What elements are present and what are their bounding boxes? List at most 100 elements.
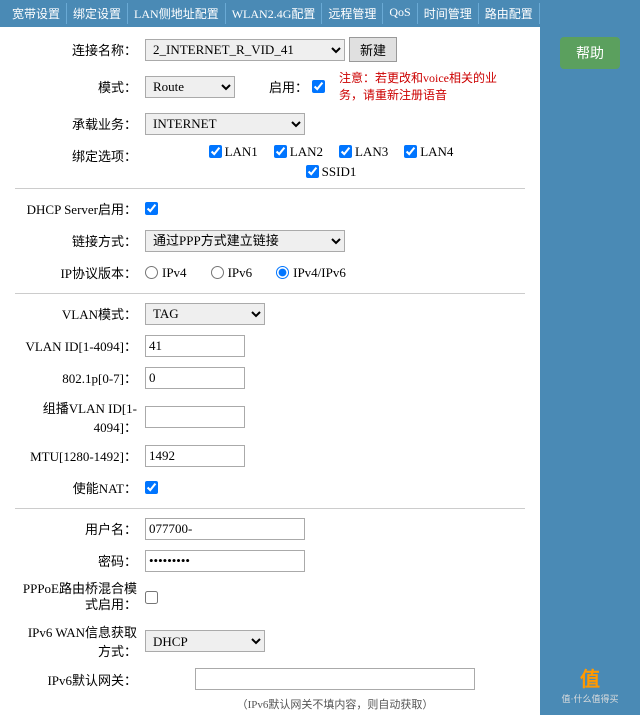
service-label: 承载业务：	[15, 114, 145, 133]
mode-select[interactable]: Route	[145, 76, 235, 98]
ipv6-gateway-value: （IPv6默认网关不填内容，则自动获取）	[145, 668, 525, 712]
username-value	[145, 518, 525, 540]
ipv6-gateway-input[interactable]	[195, 668, 475, 690]
notice-text: 注意：若更改和voice相关的业务，请重新注册语音	[339, 70, 519, 104]
pppoe-bridge-checkbox[interactable]	[145, 591, 158, 604]
ipv4-radio[interactable]	[145, 266, 158, 279]
dhcp-label: DHCP Server启用：	[15, 199, 145, 218]
divider1	[15, 188, 525, 189]
bind-options-row: 绑定选项： LAN1 LAN2 LAN3	[15, 144, 525, 180]
ipv6-wan-value: DHCP	[145, 630, 525, 652]
password-row: 密码：	[15, 549, 525, 573]
ipv4-label[interactable]: IPv4	[145, 265, 187, 281]
connection-name-label: 连接名称：	[15, 40, 145, 59]
bind-lan4-label[interactable]: LAN4	[404, 144, 453, 160]
mtu-label: MTU[1280-1492]：	[15, 446, 145, 465]
group-vlan-input[interactable]	[145, 406, 245, 428]
bind-lan1-checkbox[interactable]	[209, 145, 222, 158]
service-select[interactable]: INTERNET	[145, 113, 305, 135]
password-value	[145, 550, 525, 572]
service-value: INTERNET	[145, 113, 525, 135]
nat-checkbox[interactable]	[145, 481, 158, 494]
link-type-row: 链接方式： 通过PPP方式建立链接	[15, 229, 525, 253]
vlan-mode-row: VLAN模式： TAG	[15, 302, 525, 326]
username-input[interactable]	[145, 518, 305, 540]
bind-lan3-label[interactable]: LAN3	[339, 144, 388, 160]
mode-value: Route 启用： 注意：若更改和voice相关的业务，请重新注册语音	[145, 70, 525, 104]
help-button[interactable]: 帮助	[560, 37, 620, 69]
username-label: 用户名：	[15, 519, 145, 538]
service-row: 承载业务： INTERNET	[15, 112, 525, 136]
divider3	[15, 508, 525, 509]
nav-item-WLAN2.4G配置[interactable]: WLAN2.4G配置	[226, 3, 323, 24]
watermark-text: 值·什么值得买	[562, 692, 619, 705]
nav-item-远程管理[interactable]: 远程管理	[322, 3, 383, 24]
bind-lan3-checkbox[interactable]	[339, 145, 352, 158]
ipv6-wan-row: IPv6 WAN信息获取方式： DHCP	[15, 622, 525, 660]
ipv6-label[interactable]: IPv6	[211, 265, 253, 281]
nat-label: 使能NAT：	[15, 478, 145, 497]
vlan-8021p-label: 802.1p[0-7]：	[15, 368, 145, 387]
ipv6-gateway-row: IPv6默认网关： （IPv6默认网关不填内容，则自动获取）	[15, 668, 525, 712]
link-type-select[interactable]: 通过PPP方式建立链接	[145, 230, 345, 252]
vlan-id-label: VLAN ID[1-4094]：	[15, 336, 145, 355]
ipv6-gateway-label: IPv6默认网关：	[15, 668, 145, 689]
link-type-label: 链接方式：	[15, 231, 145, 250]
ipv4v6-label[interactable]: IPv4/IPv6	[276, 265, 346, 281]
bind-ssid1-checkbox[interactable]	[306, 165, 319, 178]
pppoe-bridge-value	[145, 591, 525, 604]
ipv6-gateway-note: （IPv6默认网关不填内容，则自动获取）	[237, 696, 434, 712]
content-area: 连接名称： 2_INTERNET_R_VID_41 新建 模式： Route 启…	[0, 27, 540, 715]
vlan-mode-label: VLAN模式：	[15, 304, 145, 323]
ipv6-wan-select[interactable]: DHCP	[145, 630, 265, 652]
group-vlan-row: 组播VLAN ID[1-4094]：	[15, 398, 525, 436]
bind-lan2-checkbox[interactable]	[274, 145, 287, 158]
bind-ssid1-label[interactable]: SSID1	[306, 164, 357, 180]
bind-value: LAN1 LAN2 LAN3 LAN4	[145, 144, 525, 180]
nav-item-宽带设置[interactable]: 宽带设置	[6, 3, 67, 24]
link-type-value: 通过PPP方式建立链接	[145, 230, 525, 252]
nav-item-时间管理[interactable]: 时间管理	[418, 3, 479, 24]
bind-lan4-checkbox[interactable]	[404, 145, 417, 158]
main-layout: 连接名称： 2_INTERNET_R_VID_41 新建 模式： Route 启…	[0, 27, 640, 715]
bind-lan2-label[interactable]: LAN2	[274, 144, 323, 160]
ipv6-wan-label: IPv6 WAN信息获取方式：	[15, 622, 145, 660]
vlan-mode-value: TAG	[145, 303, 525, 325]
mtu-value	[145, 445, 525, 467]
enable-label: 启用：	[269, 77, 308, 96]
vlan-id-input[interactable]	[145, 335, 245, 357]
vlan-id-row: VLAN ID[1-4094]：	[15, 334, 525, 358]
connection-name-select[interactable]: 2_INTERNET_R_VID_41	[145, 39, 345, 61]
vlan-8021p-value	[145, 367, 525, 389]
bind-label: 绑定选项：	[15, 144, 145, 165]
watermark-logo: 值 值·什么值得买	[562, 663, 619, 715]
nav-item-LAN侧地址配置[interactable]: LAN侧地址配置	[128, 3, 226, 24]
vlan-mode-select[interactable]: TAG	[145, 303, 265, 325]
mode-label: 模式：	[15, 77, 145, 96]
group-vlan-value	[145, 406, 525, 428]
right-sidebar: 帮助 值 值·什么值得买	[540, 27, 640, 715]
nav-item-QoS[interactable]: QoS	[383, 3, 417, 24]
nav-item-绑定设置[interactable]: 绑定设置	[67, 3, 128, 24]
group-vlan-label: 组播VLAN ID[1-4094]：	[15, 398, 145, 436]
connection-name-value: 2_INTERNET_R_VID_41 新建	[145, 37, 525, 62]
pppoe-bridge-row: PPPoE路由桥混合模式启用：	[15, 581, 525, 615]
ipv6-radio[interactable]	[211, 266, 224, 279]
nav-item-路由配置[interactable]: 路由配置	[479, 3, 540, 24]
mtu-input[interactable]	[145, 445, 245, 467]
dhcp-row: DHCP Server启用：	[15, 197, 525, 221]
vlan-8021p-row: 802.1p[0-7]：	[15, 366, 525, 390]
mode-row: 模式： Route 启用： 注意：若更改和voice相关的业务，请重新注册语音	[15, 70, 525, 104]
new-button[interactable]: 新建	[349, 37, 397, 62]
pppoe-bridge-label: PPPoE路由桥混合模式启用：	[15, 581, 145, 615]
ip-version-row: IP协议版本： IPv4 IPv6 IPv4/IPv6	[15, 261, 525, 285]
ipv4v6-radio[interactable]	[276, 266, 289, 279]
bind-lan1-label[interactable]: LAN1	[209, 144, 258, 160]
dhcp-checkbox[interactable]	[145, 202, 158, 215]
password-label: 密码：	[15, 551, 145, 570]
password-input[interactable]	[145, 550, 305, 572]
enable-checkbox[interactable]	[312, 80, 325, 93]
vlan-8021p-input[interactable]	[145, 367, 245, 389]
vlan-id-value	[145, 335, 525, 357]
ip-version-label: IP协议版本：	[15, 263, 145, 282]
